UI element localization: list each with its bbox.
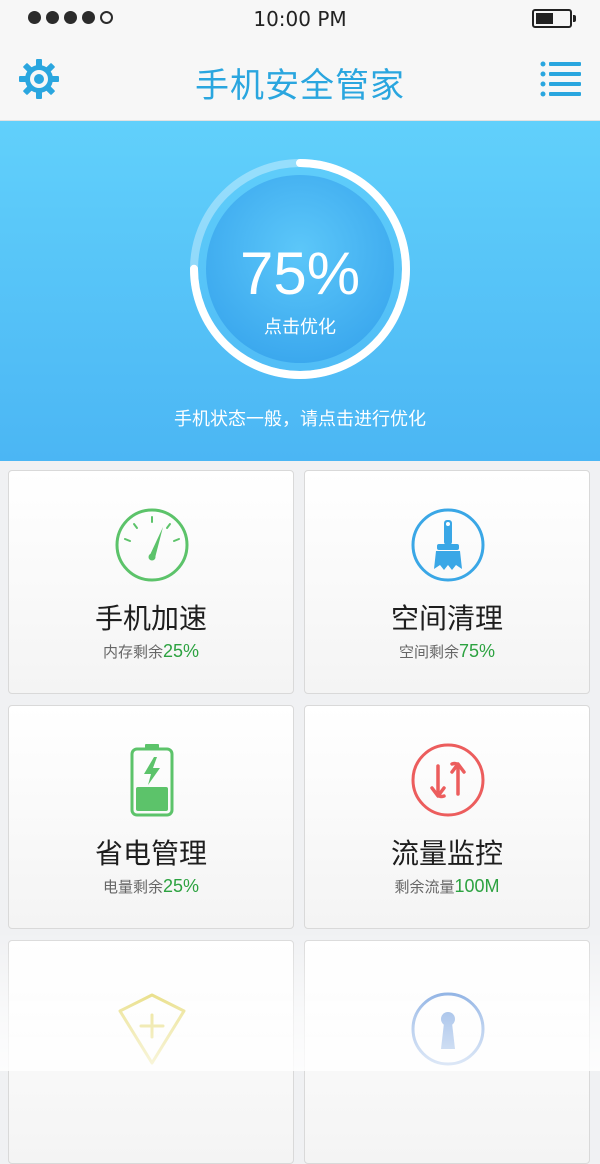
card-subtitle: 内存剩余25% xyxy=(102,641,200,661)
menu-button[interactable] xyxy=(540,60,582,98)
battery-charging-icon xyxy=(130,744,174,817)
brush-icon xyxy=(411,508,485,582)
card-traffic[interactable]: 流量监控 剩余流量100M xyxy=(304,705,590,929)
status-message: 手机状态一般，请点击进行优化 xyxy=(174,409,426,430)
menu-icon xyxy=(540,61,581,97)
card-title: 省电管理 xyxy=(94,837,207,870)
card-power[interactable]: 省电管理 电量剩余25% xyxy=(8,705,294,929)
optimize-hint: 点击优化 xyxy=(264,317,336,338)
card-title: 手机加速 xyxy=(94,602,207,635)
page-title: 手机安全管家 xyxy=(195,66,405,106)
nav-bar: 手机安全管家 xyxy=(0,38,600,121)
card-privacy[interactable] xyxy=(304,940,590,1164)
optimize-panel[interactable]: 75% 点击优化 手机状态一般，请点击进行优化 xyxy=(0,121,600,461)
card-subtitle: 电量剩余25% xyxy=(102,876,200,896)
card-protect[interactable] xyxy=(8,940,294,1164)
card-subtitle: 剩余流量100M xyxy=(394,876,500,896)
status-time: 10:00 PM xyxy=(253,7,347,31)
card-title: 流量监控 xyxy=(390,837,503,870)
battery-icon xyxy=(532,9,576,28)
data-transfer-icon xyxy=(411,743,485,817)
status-bar: 10:00 PM xyxy=(0,0,600,38)
card-speedup[interactable]: 手机加速 内存剩余25% xyxy=(8,470,294,694)
card-title: 空间清理 xyxy=(390,602,503,635)
shield-plus-icon xyxy=(118,993,186,1065)
speedometer-icon xyxy=(115,508,189,582)
score-value: 75% xyxy=(239,240,361,307)
keyhole-icon xyxy=(411,992,485,1066)
card-cleanup[interactable]: 空间清理 空间剩余75% xyxy=(304,470,590,694)
card-subtitle: 空间剩余75% xyxy=(398,641,496,661)
